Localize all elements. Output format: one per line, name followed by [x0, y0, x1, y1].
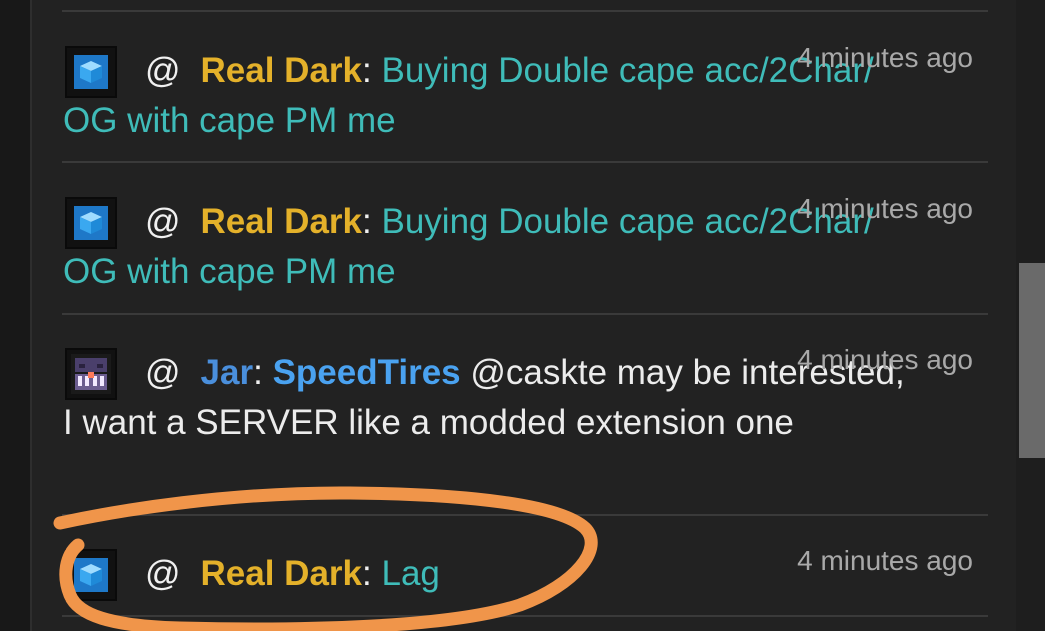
username-link[interactable]: Real Dark — [201, 554, 362, 593]
username-colon: : — [253, 353, 263, 392]
mention-at: @ — [145, 353, 181, 392]
message-divider — [62, 615, 988, 617]
username-colon: : — [362, 51, 372, 90]
message-body: Lag — [381, 554, 440, 593]
message-timestamp: 4 minutes ago — [797, 193, 973, 224]
username-colon: : — [362, 202, 372, 241]
scrollbar-thumb[interactable] — [1019, 263, 1045, 458]
message-timestamp: 4 minutes ago — [797, 42, 973, 73]
username-link[interactable]: Jar — [201, 353, 254, 392]
left-edge — [0, 0, 30, 631]
message-divider — [62, 161, 988, 163]
message-body: @caskte may be interested, I want a SERV… — [63, 353, 905, 442]
mention-at: @ — [145, 51, 181, 90]
message-divider — [62, 10, 988, 12]
mentioned-user-link[interactable]: SpeedTires — [273, 353, 461, 392]
message-timestamp: 4 minutes ago — [797, 344, 973, 375]
mention-at: @ — [145, 202, 181, 241]
message-timestamp: 4 minutes ago — [797, 545, 973, 576]
username-colon: : — [362, 554, 372, 593]
message-divider — [62, 313, 988, 315]
username-link[interactable]: Real Dark — [201, 202, 362, 241]
mention-at: @ — [145, 554, 181, 593]
message-divider — [62, 514, 988, 516]
scrollbar[interactable] — [1016, 0, 1045, 631]
message-body: Buying Double cape acc/2Char/ OG with ca… — [63, 202, 874, 291]
username-link[interactable]: Real Dark — [201, 51, 362, 90]
message-body: Buying Double cape acc/2Char/ OG with ca… — [63, 51, 874, 140]
